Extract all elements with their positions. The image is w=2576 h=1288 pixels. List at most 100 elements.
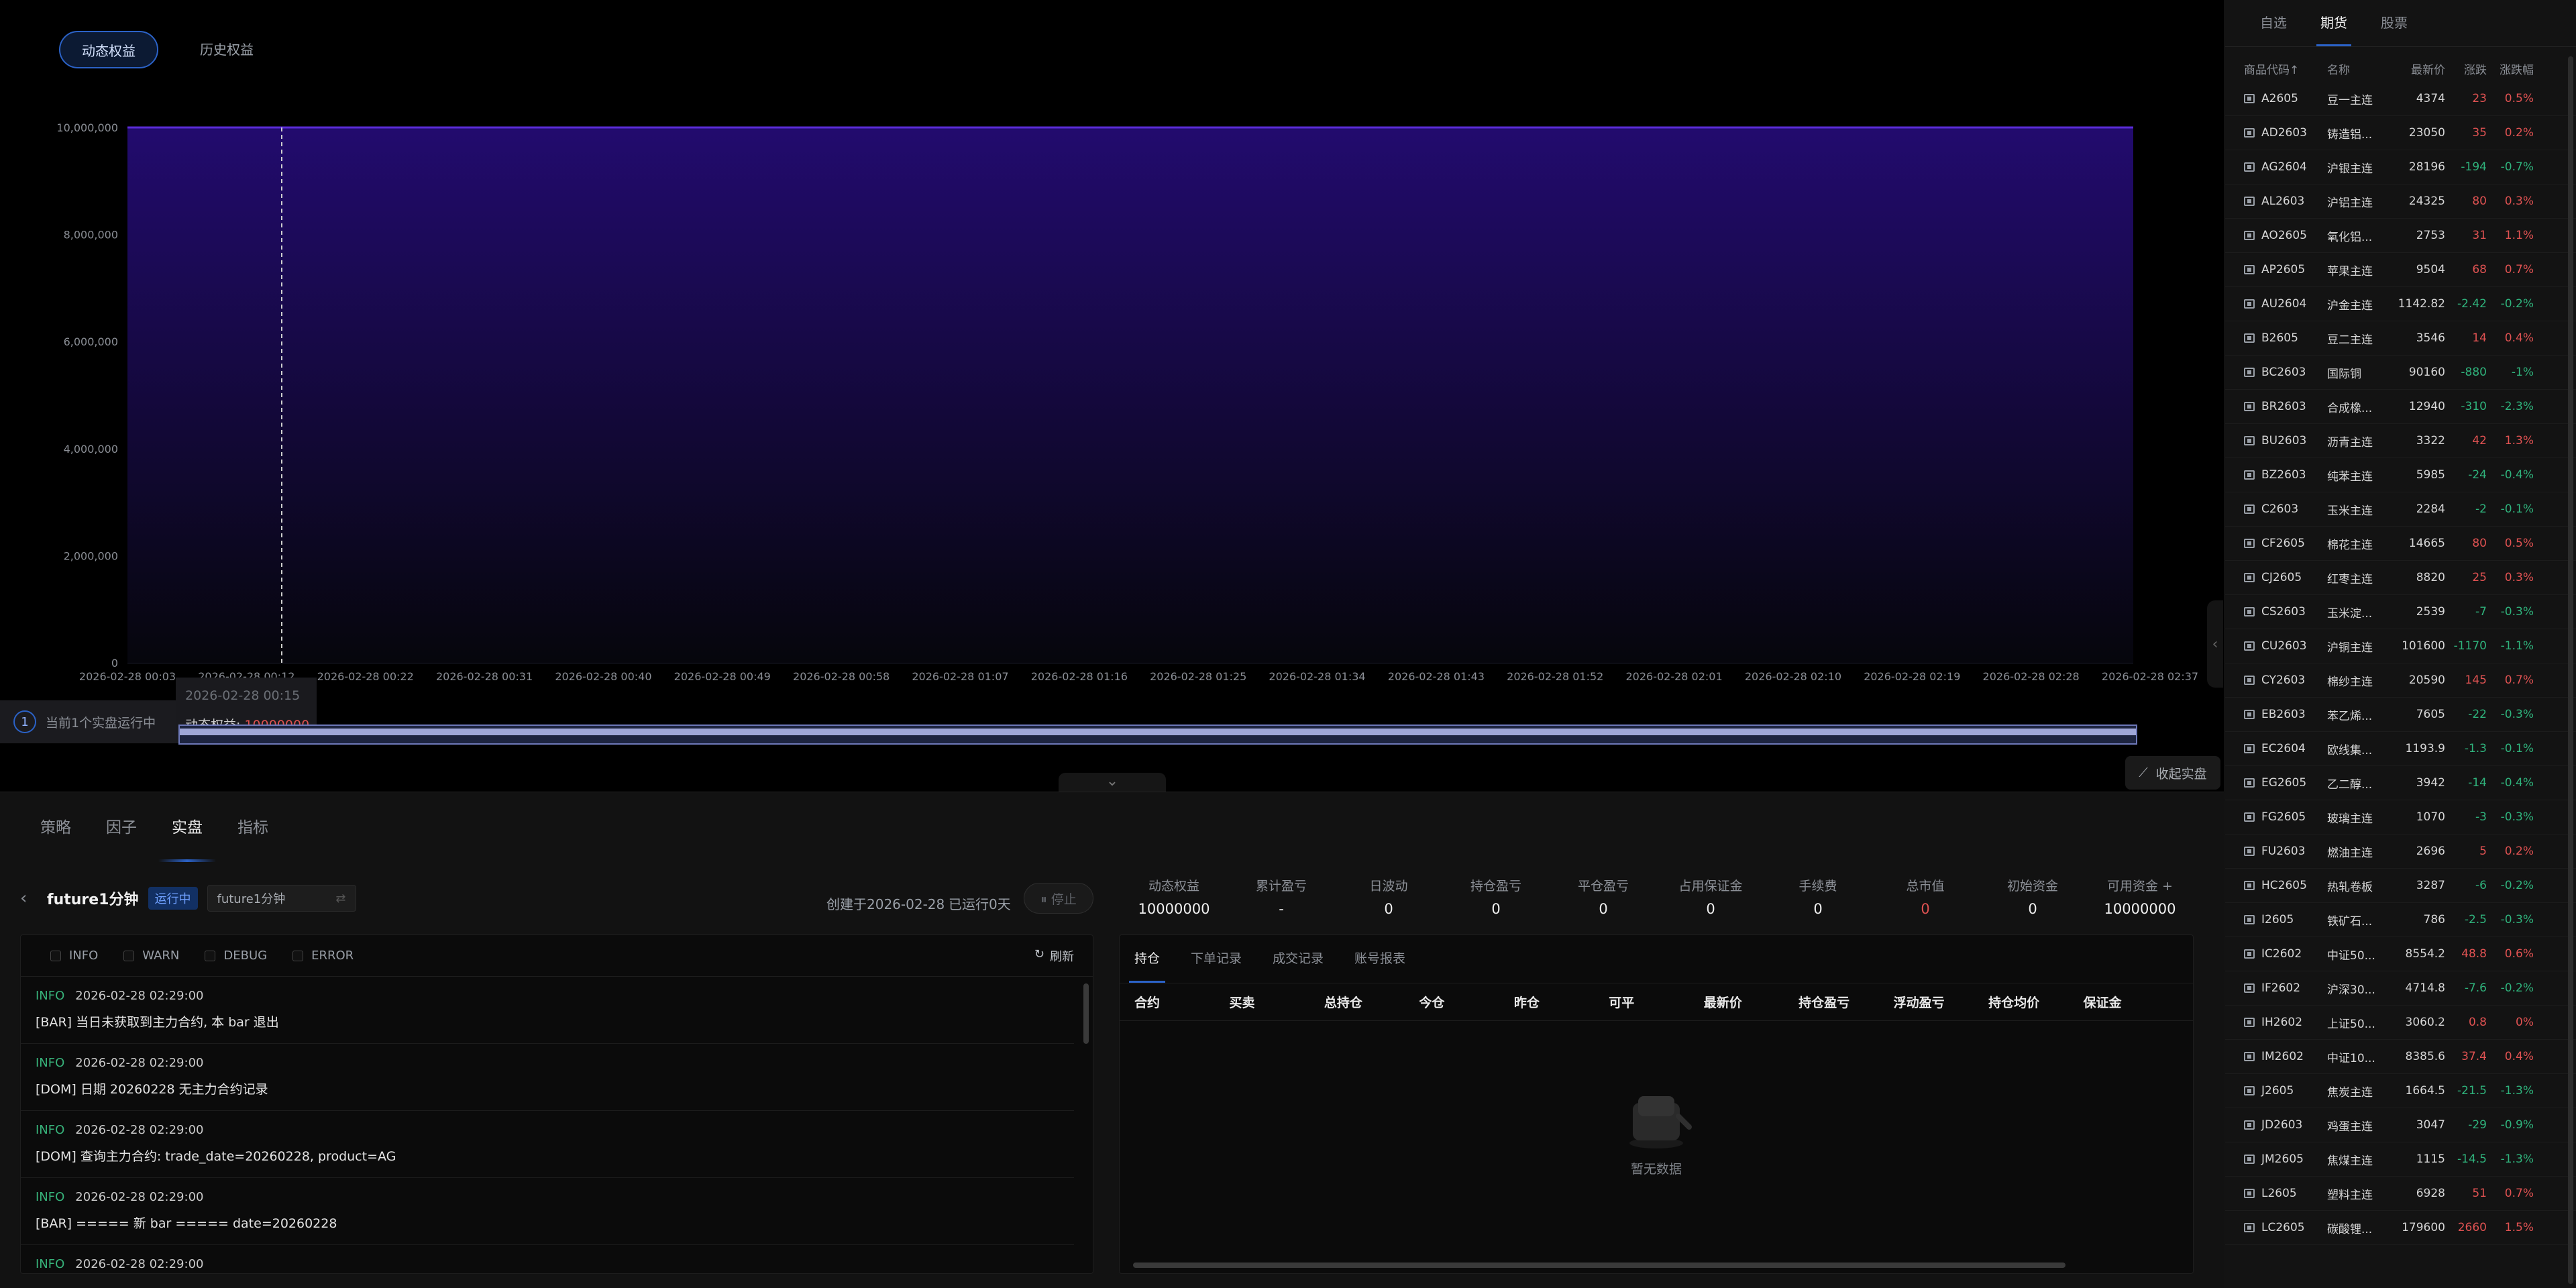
back-icon[interactable]: ‹ <box>20 888 47 908</box>
tab-stocks[interactable]: 股票 <box>2381 0 2408 46</box>
stop-button[interactable]: ⏸ 停止 <box>1024 883 1093 914</box>
bookmark-icon[interactable] <box>2244 94 2255 103</box>
bookmark-icon[interactable] <box>2244 231 2255 240</box>
bookmark-icon[interactable] <box>2244 676 2255 685</box>
bookmark-icon[interactable] <box>2244 710 2255 719</box>
refresh-button[interactable]: ↻ 刷新 <box>1034 947 1074 965</box>
bookmark-icon[interactable] <box>2244 402 2255 411</box>
bookmark-icon[interactable] <box>2244 299 2255 309</box>
tab-favorites[interactable]: 自选 <box>2260 0 2287 46</box>
filter-warn-checkbox[interactable] <box>123 950 135 961</box>
bookmark-icon[interactable] <box>2244 812 2255 822</box>
watchlist-row[interactable]: CJ2605 红枣主连 8820 25 0.3% <box>2225 561 2576 595</box>
tab-factor[interactable]: 因子 <box>106 792 137 859</box>
watchlist-row[interactable]: CF2605 棉花主连 14665 80 0.5% <box>2225 527 2576 561</box>
bookmark-icon[interactable] <box>2244 1086 2255 1095</box>
watchlist-row[interactable]: JM2605 焦煤主连 1115 -14.5 -1.3% <box>2225 1142 2576 1177</box>
watchlist-row[interactable]: IC2602 中证50... 8554.2 48.8 0.6% <box>2225 937 2576 971</box>
bookmark-icon[interactable] <box>2244 333 2255 343</box>
bookmark-icon[interactable] <box>2244 1052 2255 1061</box>
watchlist-row[interactable]: A2605 豆一主连 4374 23 0.5% <box>2225 82 2576 116</box>
watchlist-row[interactable]: CU2603 沪铜主连 101600 -1170 -1.1% <box>2225 629 2576 663</box>
bookmark-icon[interactable] <box>2244 881 2255 890</box>
watchlist-row[interactable]: EG2605 乙二醇... 3942 -14 -0.4% <box>2225 766 2576 800</box>
watchlist-row[interactable]: CS2603 玉米淀... 2539 -7 -0.3% <box>2225 595 2576 629</box>
bookmark-icon[interactable] <box>2244 1189 2255 1198</box>
chevron-left-icon[interactable]: ‹ <box>2207 600 2223 688</box>
watchlist-row[interactable]: IF2602 沪深30... 4714.8 -7.6 -0.2% <box>2225 971 2576 1006</box>
bookmark-icon[interactable] <box>2244 607 2255 616</box>
tab-futures[interactable]: 期货 <box>2316 0 2351 46</box>
bookmark-icon[interactable] <box>2244 573 2255 582</box>
bookmark-icon[interactable] <box>2244 128 2255 138</box>
bookmark-icon[interactable] <box>2244 1155 2255 1164</box>
watchlist-row[interactable]: JD2603 鸡蛋主连 3047 -29 -0.9% <box>2225 1108 2576 1142</box>
filter-info[interactable]: INFO <box>50 949 98 963</box>
tab-indicator[interactable]: 指标 <box>237 792 268 859</box>
filter-error-checkbox[interactable] <box>292 950 304 961</box>
filter-error[interactable]: ERROR <box>292 949 354 963</box>
bookmark-icon[interactable] <box>2244 915 2255 924</box>
bookmark-icon[interactable] <box>2244 539 2255 548</box>
bookmark-icon[interactable] <box>2244 162 2255 172</box>
header-code[interactable]: 商品代码↑ <box>2244 60 2327 77</box>
watchlist-row[interactable]: FU2603 燃油主连 2696 5 0.2% <box>2225 835 2576 869</box>
tab-orders[interactable]: 下单记录 <box>1191 935 1242 983</box>
bookmark-icon[interactable] <box>2244 265 2255 274</box>
filter-warn[interactable]: WARN <box>123 949 179 963</box>
watchlist-row[interactable]: AP2605 苹果主连 9504 68 0.7% <box>2225 253 2576 287</box>
tab-live[interactable]: 实盘 <box>158 792 216 862</box>
bookmark-icon[interactable] <box>2244 949 2255 959</box>
chart-range-slider[interactable] <box>178 724 2137 745</box>
filter-debug-checkbox[interactable] <box>205 950 216 961</box>
bookmark-icon[interactable] <box>2244 470 2255 480</box>
watchlist-scrollbar[interactable] <box>2568 56 2573 1284</box>
watchlist-row[interactable]: BU2603 沥青主连 3322 42 1.3% <box>2225 424 2576 458</box>
chevron-down-icon[interactable]: ⌄ <box>1059 773 1166 792</box>
watchlist-row[interactable]: AO2605 氧化铝... 2753 31 1.1% <box>2225 219 2576 253</box>
watchlist-row[interactable]: AU2604 沪金主连 1142.82 -2.42 -0.2% <box>2225 287 2576 321</box>
bookmark-icon[interactable] <box>2244 197 2255 206</box>
watchlist-row[interactable]: EB2603 苯乙烯... 7605 -22 -0.3% <box>2225 698 2576 732</box>
bookmark-icon[interactable] <box>2244 641 2255 651</box>
bookmark-icon[interactable] <box>2244 1120 2255 1130</box>
range-slider-bar[interactable] <box>180 729 2136 735</box>
watchlist-row[interactable]: C2603 玉米主连 2284 -2 -0.1% <box>2225 492 2576 527</box>
tab-positions[interactable]: 持仓 <box>1128 935 1166 983</box>
strategy-select[interactable]: future1分钟 ⇄ <box>207 885 356 912</box>
collapse-live-button[interactable]: ⟋ 收起实盘 <box>2125 756 2220 790</box>
bookmark-icon[interactable] <box>2244 504 2255 514</box>
watchlist-row[interactable]: AG2604 沪银主连 28196 -194 -0.7% <box>2225 150 2576 184</box>
watchlist-row[interactable]: IH2602 上证50... 3060.2 0.8 0% <box>2225 1006 2576 1040</box>
tab-trades[interactable]: 成交记录 <box>1273 935 1324 983</box>
filter-info-checkbox[interactable] <box>50 950 61 961</box>
watchlist-row[interactable]: AL2603 沪铝主连 24325 80 0.3% <box>2225 184 2576 219</box>
watchlist-row[interactable]: BC2603 国际铜 90160 -880 -1% <box>2225 356 2576 390</box>
bookmark-icon[interactable] <box>2244 1223 2255 1232</box>
watchlist-row[interactable]: AD2603 铸造铝... 23050 35 0.2% <box>2225 116 2576 150</box>
bookmark-icon[interactable] <box>2244 744 2255 753</box>
running-indicator[interactable]: 1 当前1个实盘运行中 <box>0 700 176 743</box>
watchlist-row[interactable]: L2605 塑料主连 6928 51 0.7% <box>2225 1177 2576 1211</box>
watchlist-row[interactable]: EC2604 欧线集... 1193.9 -1.3 -0.1% <box>2225 732 2576 766</box>
watchlist-row[interactable]: BR2603 合成橡... 12940 -310 -2.3% <box>2225 390 2576 424</box>
watchlist-row[interactable]: LC2605 碳酸锂... 179600 2660 1.5% <box>2225 1211 2576 1245</box>
log-scrollbar[interactable] <box>1083 983 1089 1044</box>
watchlist-row[interactable]: FG2605 玻璃主连 1070 -3 -0.3% <box>2225 800 2576 835</box>
watchlist-row[interactable]: J2605 焦炭主连 1664.5 -21.5 -1.3% <box>2225 1074 2576 1108</box>
watchlist-row[interactable]: HC2605 热轧卷板 3287 -6 -0.2% <box>2225 869 2576 903</box>
bookmark-icon[interactable] <box>2244 368 2255 377</box>
filter-debug[interactable]: DEBUG <box>205 949 267 963</box>
watchlist-row[interactable]: IM2602 中证10... 8385.6 37.4 0.4% <box>2225 1040 2576 1074</box>
bookmark-icon[interactable] <box>2244 1018 2255 1027</box>
bookmark-icon[interactable] <box>2244 847 2255 856</box>
watchlist-row[interactable]: B2605 豆二主连 3546 14 0.4% <box>2225 321 2576 356</box>
bookmark-icon[interactable] <box>2244 983 2255 993</box>
watchlist-row[interactable]: BZ2603 纯苯主连 5985 -24 -0.4% <box>2225 458 2576 492</box>
positions-h-scrollbar[interactable] <box>1133 1263 2065 1268</box>
tab-account-report[interactable]: 账号报表 <box>1354 935 1405 983</box>
watchlist-row[interactable]: CY2603 棉纱主连 20590 145 0.7% <box>2225 663 2576 698</box>
watchlist-row[interactable]: I2605 铁矿石... 786 -2.5 -0.3% <box>2225 903 2576 937</box>
bookmark-icon[interactable] <box>2244 778 2255 788</box>
bookmark-icon[interactable] <box>2244 436 2255 445</box>
